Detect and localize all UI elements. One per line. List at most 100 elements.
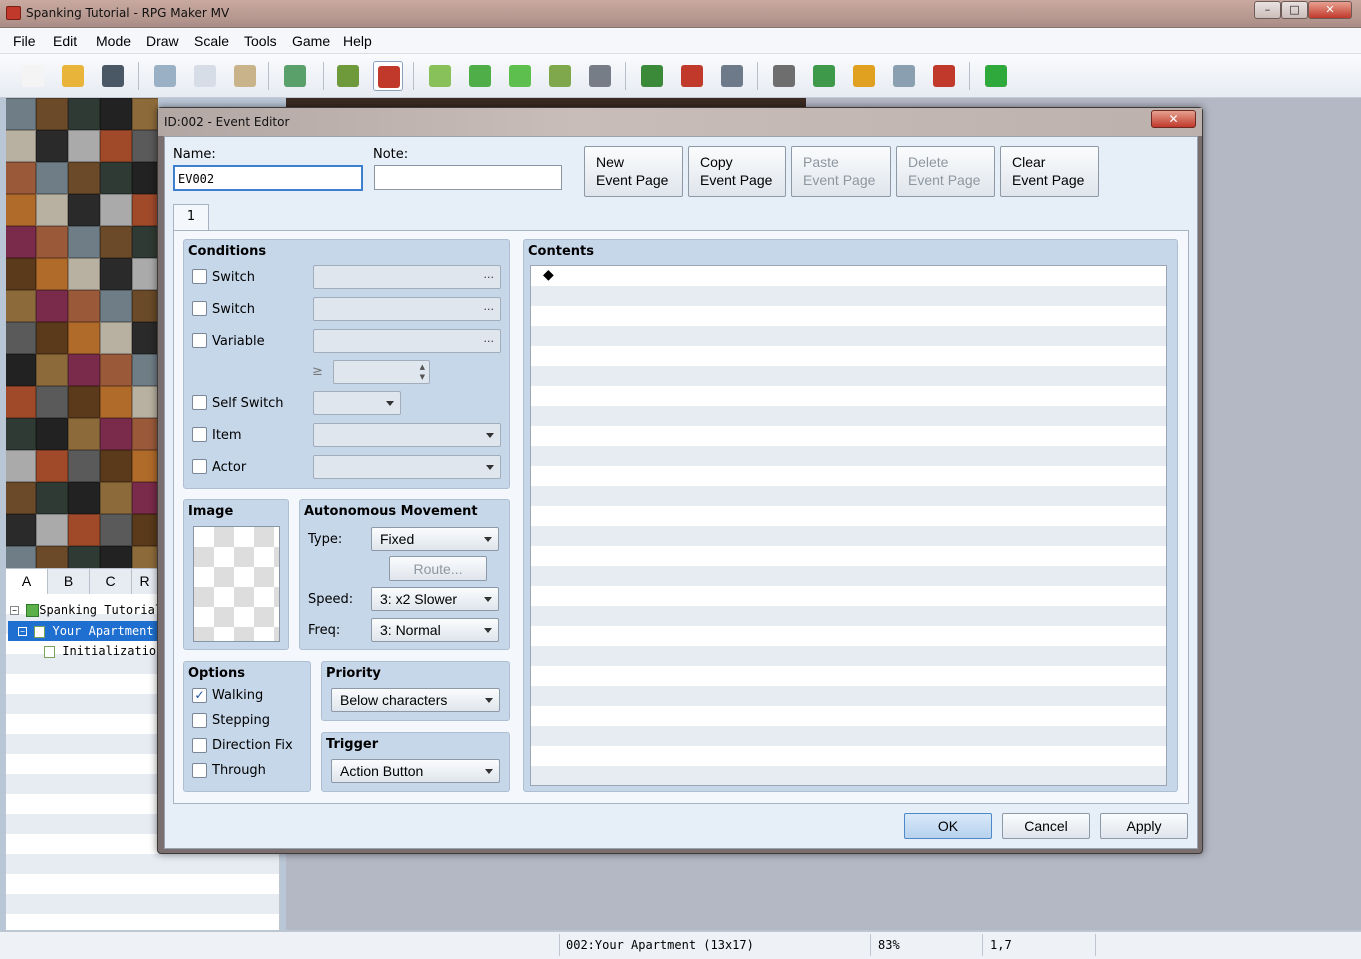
- tile[interactable]: [68, 386, 100, 418]
- through-checkbox[interactable]: [192, 763, 207, 778]
- tile[interactable]: [6, 354, 36, 386]
- actor-select[interactable]: [313, 455, 501, 479]
- zoom-in-button[interactable]: [637, 61, 667, 91]
- tree-item-project[interactable]: − Spanking Tutorial: [10, 600, 162, 620]
- menu-mode[interactable]: Mode: [96, 33, 131, 49]
- tile[interactable]: [36, 194, 68, 226]
- paste-button[interactable]: [230, 61, 260, 91]
- tile[interactable]: [132, 450, 158, 482]
- menu-help[interactable]: Help: [343, 33, 372, 49]
- copy-button[interactable]: [190, 61, 220, 91]
- tab-a[interactable]: A: [6, 569, 48, 594]
- copy-event-page-button[interactable]: Copy Event Page: [688, 146, 786, 197]
- tile[interactable]: [6, 130, 36, 162]
- tile[interactable]: [36, 482, 68, 514]
- tile[interactable]: [100, 354, 132, 386]
- plugin-manager-button[interactable]: [809, 61, 839, 91]
- clear-event-page-button[interactable]: Clear Event Page: [1000, 146, 1099, 197]
- note-input[interactable]: [374, 165, 562, 190]
- tile[interactable]: [100, 418, 132, 450]
- character-generator-button[interactable]: [929, 61, 959, 91]
- sound-test-button[interactable]: [849, 61, 879, 91]
- tile[interactable]: [132, 98, 158, 130]
- rectangle-button[interactable]: [465, 61, 495, 91]
- tile[interactable]: [100, 226, 132, 258]
- tile[interactable]: [6, 258, 36, 290]
- new-project-button[interactable]: [18, 61, 48, 91]
- new-event-page-button[interactable]: New Event Page: [584, 146, 683, 197]
- switch2-checkbox[interactable]: [192, 301, 207, 316]
- tile[interactable]: [36, 258, 68, 290]
- tile[interactable]: [100, 514, 132, 546]
- actual-size-button[interactable]: [717, 61, 747, 91]
- undo-button[interactable]: [280, 61, 310, 91]
- switch2-field[interactable]: ...: [313, 297, 501, 321]
- variable-checkbox[interactable]: [192, 333, 207, 348]
- tile[interactable]: [100, 290, 132, 322]
- menu-scale[interactable]: Scale: [194, 33, 229, 49]
- tile[interactable]: [100, 482, 132, 514]
- collapse-icon[interactable]: −: [18, 627, 27, 636]
- tile[interactable]: [132, 226, 158, 258]
- tile[interactable]: [132, 386, 158, 418]
- tile[interactable]: [132, 514, 158, 546]
- tile[interactable]: [132, 290, 158, 322]
- tile[interactable]: [6, 482, 36, 514]
- tile[interactable]: [132, 322, 158, 354]
- spin-down-icon[interactable]: ▼: [420, 373, 425, 381]
- tile[interactable]: [68, 354, 100, 386]
- tile[interactable]: [68, 258, 100, 290]
- tile[interactable]: [6, 226, 36, 258]
- dialog-close-button[interactable]: ✕: [1151, 110, 1196, 128]
- map-mode-button[interactable]: [333, 61, 363, 91]
- route-button[interactable]: Route...: [389, 556, 487, 581]
- tree-item-child[interactable]: Initialization: [44, 641, 163, 661]
- tile[interactable]: [36, 386, 68, 418]
- tile[interactable]: [6, 546, 36, 568]
- tile[interactable]: [36, 322, 68, 354]
- self-switch-select[interactable]: [313, 391, 401, 415]
- tile[interactable]: [68, 514, 100, 546]
- tile[interactable]: [132, 130, 158, 162]
- event-image-preview[interactable]: [193, 526, 280, 642]
- cut-button[interactable]: [150, 61, 180, 91]
- tile[interactable]: [68, 418, 100, 450]
- open-project-button[interactable]: [58, 61, 88, 91]
- playtest-button[interactable]: [981, 61, 1011, 91]
- tile[interactable]: [68, 226, 100, 258]
- switch1-field[interactable]: ...: [313, 265, 501, 289]
- tile[interactable]: [36, 546, 68, 568]
- name-input[interactable]: EV002: [173, 165, 363, 191]
- tile[interactable]: [132, 258, 158, 290]
- tile[interactable]: [6, 418, 36, 450]
- tile[interactable]: [100, 546, 132, 568]
- tile[interactable]: [68, 130, 100, 162]
- tile[interactable]: [68, 290, 100, 322]
- paste-event-page-button[interactable]: Paste Event Page: [791, 146, 891, 197]
- event-commands-list[interactable]: ◆: [530, 265, 1167, 786]
- menu-edit[interactable]: Edit: [53, 33, 77, 49]
- tile[interactable]: [132, 482, 158, 514]
- tile[interactable]: [36, 450, 68, 482]
- tile[interactable]: [36, 290, 68, 322]
- spin-up-icon[interactable]: ▲: [420, 363, 425, 371]
- actor-checkbox[interactable]: [192, 459, 207, 474]
- stepping-checkbox[interactable]: [192, 713, 207, 728]
- tile[interactable]: [100, 258, 132, 290]
- tree-item-map-selected[interactable]: − Your Apartment: [8, 621, 158, 641]
- maximize-button[interactable]: □: [1281, 1, 1308, 19]
- walking-checkbox[interactable]: ✓: [192, 688, 207, 703]
- tile[interactable]: [36, 226, 68, 258]
- menu-file[interactable]: File: [13, 33, 36, 49]
- tile[interactable]: [36, 162, 68, 194]
- variable-field[interactable]: ...: [313, 329, 501, 353]
- tile[interactable]: [6, 514, 36, 546]
- tile[interactable]: [6, 322, 36, 354]
- tile[interactable]: [6, 162, 36, 194]
- tile[interactable]: [6, 386, 36, 418]
- database-button[interactable]: [769, 61, 799, 91]
- tile[interactable]: [6, 194, 36, 226]
- delete-event-page-button[interactable]: Delete Event Page: [896, 146, 995, 197]
- tile[interactable]: [6, 290, 36, 322]
- tile[interactable]: [68, 98, 100, 130]
